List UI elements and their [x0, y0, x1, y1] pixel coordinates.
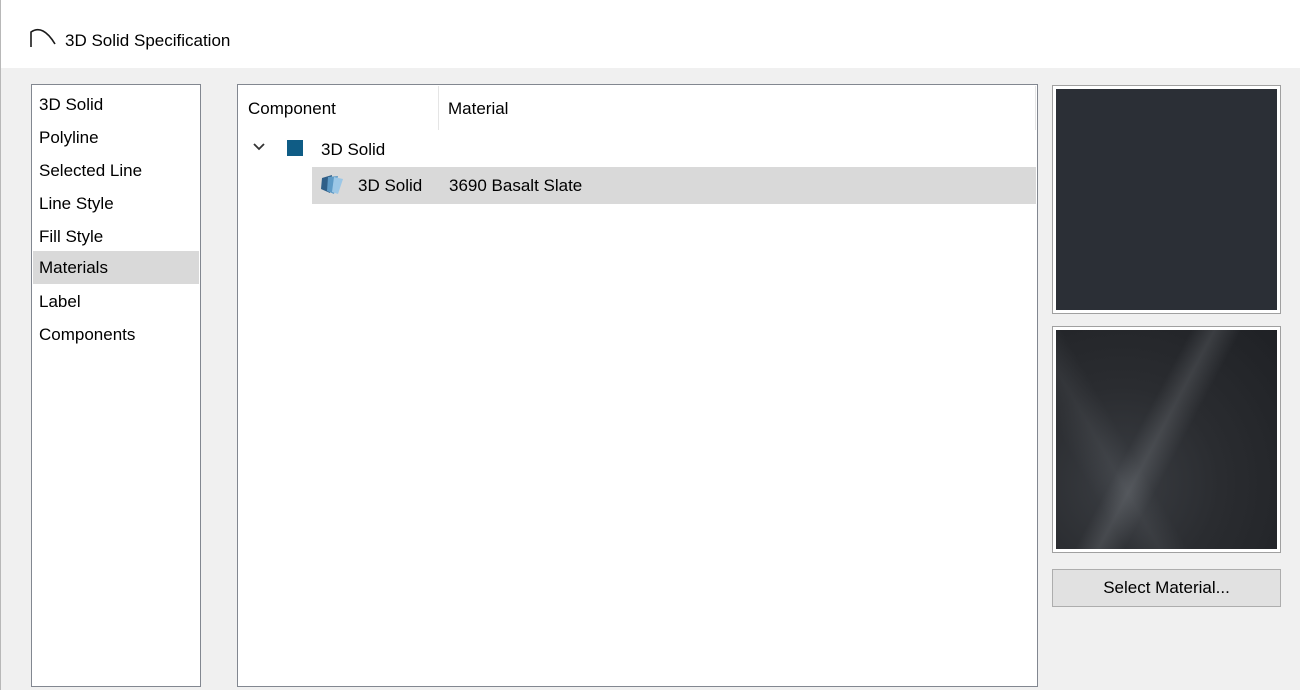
color-preview-fill [1056, 89, 1277, 310]
color-preview [1052, 85, 1281, 314]
window-title: 3D Solid Specification [65, 31, 231, 50]
tree-row-parent[interactable]: 3D Solid [239, 131, 1036, 168]
nav-item-materials[interactable]: Materials [33, 251, 199, 284]
texture-preview [1052, 326, 1281, 553]
tree-row-child[interactable]: 3D Solid 3690 Basalt Slate [239, 167, 1036, 204]
tree-row-component: 3D Solid [358, 176, 423, 195]
select-material-button[interactable]: Select Material... [1052, 569, 1281, 607]
arch-icon [30, 28, 56, 47]
column-header-component[interactable]: Component [239, 86, 438, 130]
title-bar: 3D Solid Specification [1, 0, 1300, 68]
basalt-slate-texture [1056, 330, 1277, 549]
material-icon [321, 175, 343, 194]
tree-row-material: 3690 Basalt Slate [449, 176, 583, 195]
nav-item-label[interactable]: Label [33, 285, 199, 318]
category-list: 3D Solid Polyline Selected Line Line Sty… [31, 84, 201, 687]
nav-item-selected-line[interactable]: Selected Line [33, 154, 199, 187]
nav-item-3d-solid[interactable]: 3D Solid [33, 88, 199, 121]
chevron-down-icon[interactable] [249, 137, 269, 157]
dialog-window: 3D Solid Specification 3D Solid Polyline… [0, 0, 1300, 690]
nav-item-fill-style[interactable]: Fill Style [33, 220, 199, 253]
color-swatch [287, 140, 303, 156]
nav-item-components[interactable]: Components [33, 318, 199, 351]
column-divider[interactable] [1035, 86, 1036, 130]
nav-item-line-style[interactable]: Line Style [33, 187, 199, 220]
materials-tree: Component Material 3D Solid 3D Solid 369… [237, 84, 1038, 687]
column-header-material[interactable]: Material [439, 86, 1035, 130]
nav-item-polyline[interactable]: Polyline [33, 121, 199, 154]
tree-row-component: 3D Solid [321, 140, 386, 159]
